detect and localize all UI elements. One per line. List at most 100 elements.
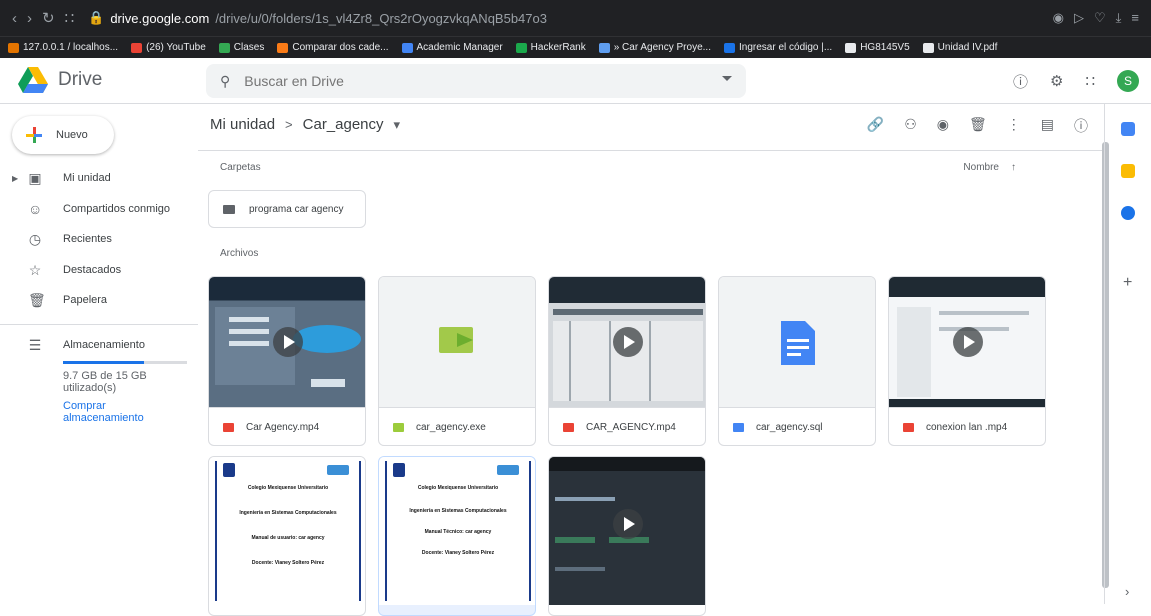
trash-icon[interactable]: 🗑 [969, 116, 987, 136]
bookmark-icon [401, 42, 413, 53]
play-icon[interactable] [273, 327, 303, 357]
send-icon[interactable]: ▷ [1074, 10, 1084, 26]
forward-icon[interactable]: › [27, 10, 32, 27]
sidebar-item-trash[interactable]: 🗑 Papelera [0, 286, 198, 314]
sidebar-item-starred[interactable]: ☆ Destacados [0, 256, 198, 284]
chevron-down-icon[interactable]: ▾ [394, 117, 401, 133]
doc-title: Manual Técnico: car agency [424, 529, 492, 535]
bookmark[interactable]: Comparar dos cade... [277, 42, 389, 53]
drive-logo[interactable]: Drive [18, 67, 102, 93]
play-icon[interactable] [953, 327, 983, 357]
sidebar-item-my-drive[interactable]: ▶ ▣ Mi unidad [0, 164, 198, 192]
doc-thumbnail: Colegio Mexiquense Universitario Ingenie… [209, 457, 365, 605]
doc-thumbnail [719, 277, 875, 407]
back-icon[interactable]: ‹ [12, 10, 17, 27]
video-thumbnail [209, 277, 365, 407]
sidebar-item-storage[interactable]: ☰ Almacenamiento [0, 331, 198, 359]
file-card[interactable] [548, 456, 706, 616]
preview-icon[interactable]: ◉ [937, 116, 949, 136]
bookmark[interactable]: Unidad IV.pdf [922, 42, 997, 53]
apps-icon[interactable]: ∷ [1085, 72, 1095, 90]
file-card[interactable]: car_agency.exe [378, 276, 536, 446]
breadcrumb: Mi unidad > Car_agency ▾ [210, 116, 400, 133]
play-icon[interactable] [613, 509, 643, 539]
search-options-icon[interactable] [722, 76, 732, 81]
chevron-right-icon[interactable]: › [1125, 584, 1129, 599]
arrow-up-icon[interactable]: ↑ [1011, 162, 1016, 173]
file-name: car_agency.sql [756, 422, 823, 433]
file-name: Car Agency.mp4 [246, 422, 320, 433]
search-icon[interactable]: ⚲ [220, 73, 230, 90]
url-path: /drive/u/0/folders/1s_vl4Zr8_Qrs2rOyogzv… [215, 10, 547, 26]
doc-teacher: Docente: Vianey Soltero Pérez [421, 550, 495, 556]
buy-storage-link[interactable]: Comprar almacenamiento [63, 400, 163, 424]
file-card[interactable]: car_agency.sql [718, 276, 876, 446]
download-icon[interactable]: ⤓ [1116, 10, 1122, 26]
breadcrumb-root[interactable]: Mi unidad [210, 116, 275, 133]
file-card[interactable]: conexion lan .mp4 [888, 276, 1046, 446]
app-header: Drive ⚲ ⓘ ⚙ ∷ S [0, 58, 1151, 104]
folder-item[interactable]: programa car agency [208, 190, 366, 228]
bookmark[interactable]: Academic Manager [401, 42, 503, 53]
camera-icon[interactable]: ◉ [1053, 10, 1064, 26]
bookmark[interactable]: » Car Agency Proye... [598, 42, 711, 53]
drive-logo-icon [18, 67, 48, 93]
folders-label: Carpetas [220, 162, 261, 173]
calendar-icon[interactable] [1121, 122, 1135, 136]
video-thumbnail [549, 277, 705, 407]
bookmark-icon [515, 42, 527, 53]
bookmark[interactable]: (26) YouTube [131, 42, 206, 53]
doc-file-icon [733, 423, 744, 432]
link-icon[interactable]: 🔗 [867, 116, 884, 136]
bookmark[interactable]: Ingresar el código |... [723, 42, 832, 53]
doc-career: Ingeniería en Sistemas Computacionales [409, 508, 507, 514]
help-icon[interactable]: ⓘ [1013, 71, 1028, 92]
expand-icon[interactable]: ▶ [12, 174, 18, 183]
bookmark[interactable]: 127.0.0.1 / localhos... [8, 42, 118, 53]
file-card[interactable]: Car Agency.mp4 [208, 276, 366, 446]
storage-used: 9.7 GB de 15 GB utilizado(s) [63, 370, 147, 394]
new-button[interactable]: Nuevo [12, 116, 114, 154]
add-addon-icon[interactable]: + [1123, 274, 1132, 292]
menu-icon[interactable]: ≡ [1131, 10, 1139, 26]
new-button-label: Nuevo [56, 129, 88, 141]
bookmark[interactable]: Clases [218, 42, 264, 53]
doc-teacher: Docente: Vianey Soltero Pérez [251, 560, 325, 566]
chevron-right-icon: > [285, 117, 293, 132]
file-card[interactable]: Colegio Mexiquense Universitario Ingenie… [378, 456, 536, 616]
search-input[interactable] [244, 73, 685, 89]
bookmark[interactable]: HG8145V5 [845, 42, 910, 53]
list-view-icon[interactable]: ▤ [1041, 116, 1054, 136]
folder-icon [223, 204, 235, 214]
storage-progress [63, 361, 187, 364]
browser-toolbar: ‹ › ↻ ∷ 🔒 drive.google.com/drive/u/0/fol… [0, 0, 1151, 36]
sidebar-item-recent[interactable]: ◷ Recientes [0, 225, 198, 253]
more-icon[interactable]: ⋮ [1007, 116, 1021, 136]
bookmark-icon [598, 42, 610, 53]
manual-cover: Colegio Mexiquense Universitario Ingenie… [215, 461, 361, 601]
info-icon[interactable]: ⓘ [1074, 116, 1088, 136]
breadcrumb-current[interactable]: Car_agency [303, 116, 384, 133]
bookmark-icon [723, 42, 735, 53]
gear-icon[interactable]: ⚙ [1050, 72, 1063, 90]
side-panel: + › [1104, 104, 1151, 604]
avatar[interactable]: S [1117, 70, 1139, 92]
video-file-icon [223, 423, 234, 432]
share-icon[interactable]: ⚇ [904, 116, 917, 136]
keep-icon[interactable] [1121, 164, 1135, 178]
doc-school: Colegio Mexiquense Universitario [417, 485, 499, 491]
reload-icon[interactable]: ↻ [42, 9, 55, 27]
play-icon[interactable] [613, 327, 643, 357]
file-card[interactable]: CAR_AGENCY.mp4 [548, 276, 706, 446]
bookmark-icon [8, 42, 19, 53]
bookmark[interactable]: HackerRank [515, 42, 586, 53]
apps-grid-icon[interactable]: ∷ [65, 9, 75, 27]
search-box[interactable]: ⚲ [206, 64, 746, 98]
tasks-icon[interactable] [1121, 206, 1135, 220]
heart-icon[interactable]: ♡ [1094, 10, 1106, 26]
file-card[interactable]: Colegio Mexiquense Universitario Ingenie… [208, 456, 366, 616]
sort-control[interactable]: Nombre ↑ [963, 162, 1016, 173]
sidebar-item-shared[interactable]: ☺ Compartidos conmigo [0, 195, 198, 223]
toolbar: 🔗 ⚇ ◉ 🗑 ⋮ ▤ ⓘ [867, 116, 1088, 136]
address-bar[interactable]: 🔒 drive.google.com/drive/u/0/folders/1s_… [88, 10, 547, 26]
